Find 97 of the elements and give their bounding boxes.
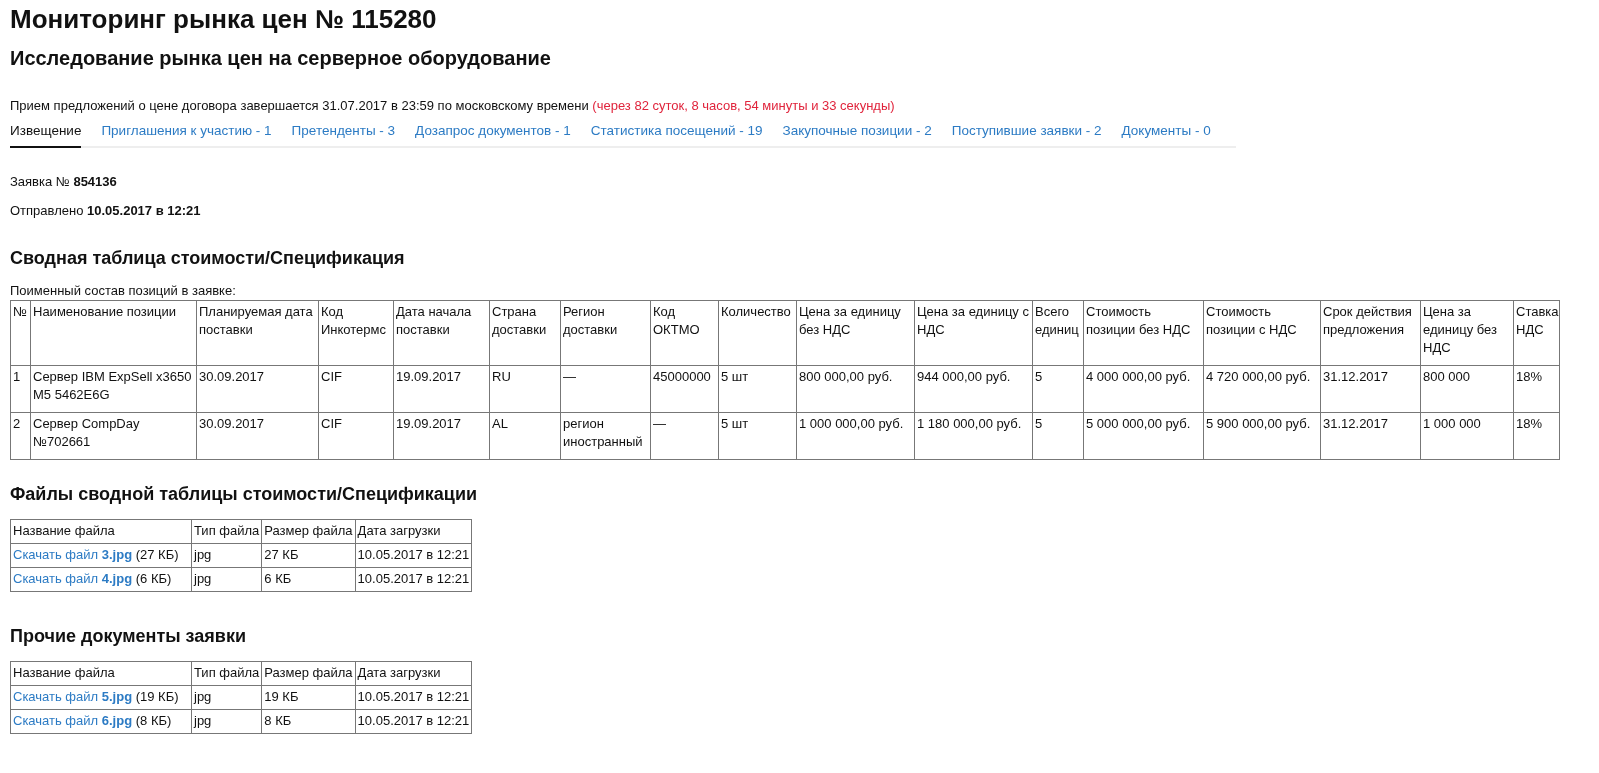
table-cell: 5 шт bbox=[718, 365, 797, 413]
table-cell: 10.05.2017 в 12:21 bbox=[355, 709, 472, 734]
table-cell: — bbox=[560, 365, 651, 413]
column-header: Регион доставки bbox=[560, 300, 651, 366]
table-cell: регион иностранный bbox=[560, 412, 651, 460]
tab[interactable]: Документы - 0 bbox=[1121, 119, 1211, 148]
table-cell: 800 000,00 руб. bbox=[796, 365, 915, 413]
table-cell: CIF bbox=[318, 412, 394, 460]
tab[interactable]: Претенденты - 3 bbox=[291, 119, 396, 148]
file-download-link[interactable]: Скачать файл 6.jpg bbox=[13, 713, 133, 728]
table-cell: Сервер IBM ExpSell x3650 M5 5462E6G bbox=[30, 365, 197, 413]
file-download-link[interactable]: Скачать файл 4.jpg bbox=[13, 571, 133, 586]
section-heading: Прочие документы заявки bbox=[10, 626, 246, 647]
table-cell: 1 180 000,00 руб. bbox=[914, 412, 1033, 460]
table-cell: 27 КБ bbox=[261, 543, 356, 568]
table-cell: 4 000 000,00 руб. bbox=[1083, 365, 1204, 413]
column-header: Срок действия предложения bbox=[1320, 300, 1421, 366]
table-cell: 10.05.2017 в 12:21 bbox=[355, 543, 472, 568]
table-cell: — bbox=[650, 412, 719, 460]
table-cell: 30.09.2017 bbox=[196, 412, 319, 460]
column-header: Код Инкотермс bbox=[318, 300, 394, 366]
table-cell: 1 bbox=[10, 365, 31, 413]
tab[interactable]: Статистика посещений - 19 bbox=[590, 119, 763, 148]
table-cell: 5 900 000,00 руб. bbox=[1203, 412, 1321, 460]
table-cell: RU bbox=[489, 365, 561, 413]
column-header: Всего единиц bbox=[1032, 300, 1084, 366]
table-cell: 31.12.2017 bbox=[1320, 412, 1421, 460]
table-cell: jpg bbox=[191, 543, 262, 568]
tab[interactable]: Дозапрос документов - 1 bbox=[415, 119, 571, 148]
time-remaining: (через 82 суток, 8 часов, 54 минуты и 33 секунды) bbox=[592, 98, 895, 113]
table-cell: 4 720 000,00 руб. bbox=[1203, 365, 1321, 413]
section-heading: Сводная таблица стоимости/Спецификация bbox=[10, 248, 405, 269]
table-cell: 1 000 000,00 руб. bbox=[796, 412, 915, 460]
column-header: Размер файла bbox=[261, 519, 356, 544]
column-header: Тип файла bbox=[191, 519, 262, 544]
column-header: Дата загрузки bbox=[355, 661, 472, 686]
table-cell: 8 КБ bbox=[261, 709, 356, 734]
tab[interactable]: Закупочные позиции - 2 bbox=[782, 119, 932, 148]
table-cell: 18% bbox=[1513, 365, 1560, 413]
table-cell: AL bbox=[489, 412, 561, 460]
table-cell: 31.12.2017 bbox=[1320, 365, 1421, 413]
table-cell: 5 000 000,00 руб. bbox=[1083, 412, 1204, 460]
table-cell: 800 000 bbox=[1420, 365, 1514, 413]
file-size-note: (8 КБ) bbox=[135, 713, 172, 728]
column-header: Планируемая дата поставки bbox=[196, 300, 319, 366]
column-header: Ставка НДС bbox=[1513, 300, 1560, 366]
tab[interactable]: Извещение bbox=[10, 119, 82, 148]
column-header: Тип файла bbox=[191, 661, 262, 686]
tab[interactable]: Поступившие заявки - 2 bbox=[951, 119, 1102, 148]
file-download-link[interactable]: Скачать файл 5.jpg bbox=[13, 689, 133, 704]
table-cell: 6 КБ bbox=[261, 567, 356, 592]
table-cell: Сервер CompDay №702661 bbox=[30, 412, 197, 460]
column-header: № bbox=[10, 300, 31, 366]
table-cell: CIF bbox=[318, 365, 394, 413]
table-cell: 30.09.2017 bbox=[196, 365, 319, 413]
table-cell: jpg bbox=[191, 567, 262, 592]
column-header: Страна доставки bbox=[489, 300, 561, 366]
file-size-note: (27 КБ) bbox=[135, 547, 179, 562]
table-cell: jpg bbox=[191, 685, 262, 710]
column-header: Количество bbox=[718, 300, 797, 366]
table-cell: jpg bbox=[191, 709, 262, 734]
table-cell: 10.05.2017 в 12:21 bbox=[355, 567, 472, 592]
file-size-note: (6 КБ) bbox=[135, 571, 172, 586]
file-download-link[interactable]: Скачать файл 3.jpg bbox=[13, 547, 133, 562]
column-header: Цена за единицу с НДС bbox=[914, 300, 1033, 366]
table-cell: 19 КБ bbox=[261, 685, 356, 710]
column-header: Цена за единицу без НДС bbox=[1420, 300, 1514, 366]
table-cell: 5 bbox=[1032, 365, 1084, 413]
table-cell: 5 шт bbox=[718, 412, 797, 460]
application-number: Заявка № 854136 bbox=[10, 174, 117, 189]
table-cell: 19.09.2017 bbox=[393, 412, 490, 460]
column-header: Стоимость позиции без НДС bbox=[1083, 300, 1204, 366]
column-header: Стоимость позиции с НДС bbox=[1203, 300, 1321, 366]
column-header: Наименование позиции bbox=[30, 300, 197, 366]
file-size-note: (19 КБ) bbox=[135, 689, 179, 704]
table-cell: 5 bbox=[1032, 412, 1084, 460]
page-subtitle: Исследование рынка цен на серверное оборудование bbox=[10, 47, 551, 70]
table-cell: 10.05.2017 в 12:21 bbox=[355, 685, 472, 710]
table-cell: 18% bbox=[1513, 412, 1560, 460]
table-caption: Поименный состав позиций в заявке: bbox=[10, 283, 236, 298]
table-cell: 944 000,00 руб. bbox=[914, 365, 1033, 413]
sent-date: Отправлено 10.05.2017 в 12:21 bbox=[10, 203, 201, 218]
deadline-text: Прием предложений о цене договора завершается 31.07.2017 в 23:59 по московскому времени bbox=[10, 98, 590, 113]
table-cell: 2 bbox=[10, 412, 31, 460]
column-header: Код ОКТМО bbox=[650, 300, 719, 366]
section-heading: Файлы сводной таблицы стоимости/Спецификации bbox=[10, 484, 478, 505]
column-header: Название файла bbox=[10, 519, 192, 544]
table-cell: 1 000 000 bbox=[1420, 412, 1514, 460]
column-header: Дата начала поставки bbox=[393, 300, 490, 366]
page-title: Мониторинг рынка цен № 115280 bbox=[10, 4, 437, 35]
column-header: Размер файла bbox=[261, 661, 356, 686]
column-header: Название файла bbox=[10, 661, 192, 686]
tab[interactable]: Приглашения к участию - 1 bbox=[101, 119, 272, 148]
table-cell: 19.09.2017 bbox=[393, 365, 490, 413]
column-header: Цена за единицу без НДС bbox=[796, 300, 915, 366]
table-cell: 45000000 bbox=[650, 365, 719, 413]
column-header: Дата загрузки bbox=[355, 519, 472, 544]
